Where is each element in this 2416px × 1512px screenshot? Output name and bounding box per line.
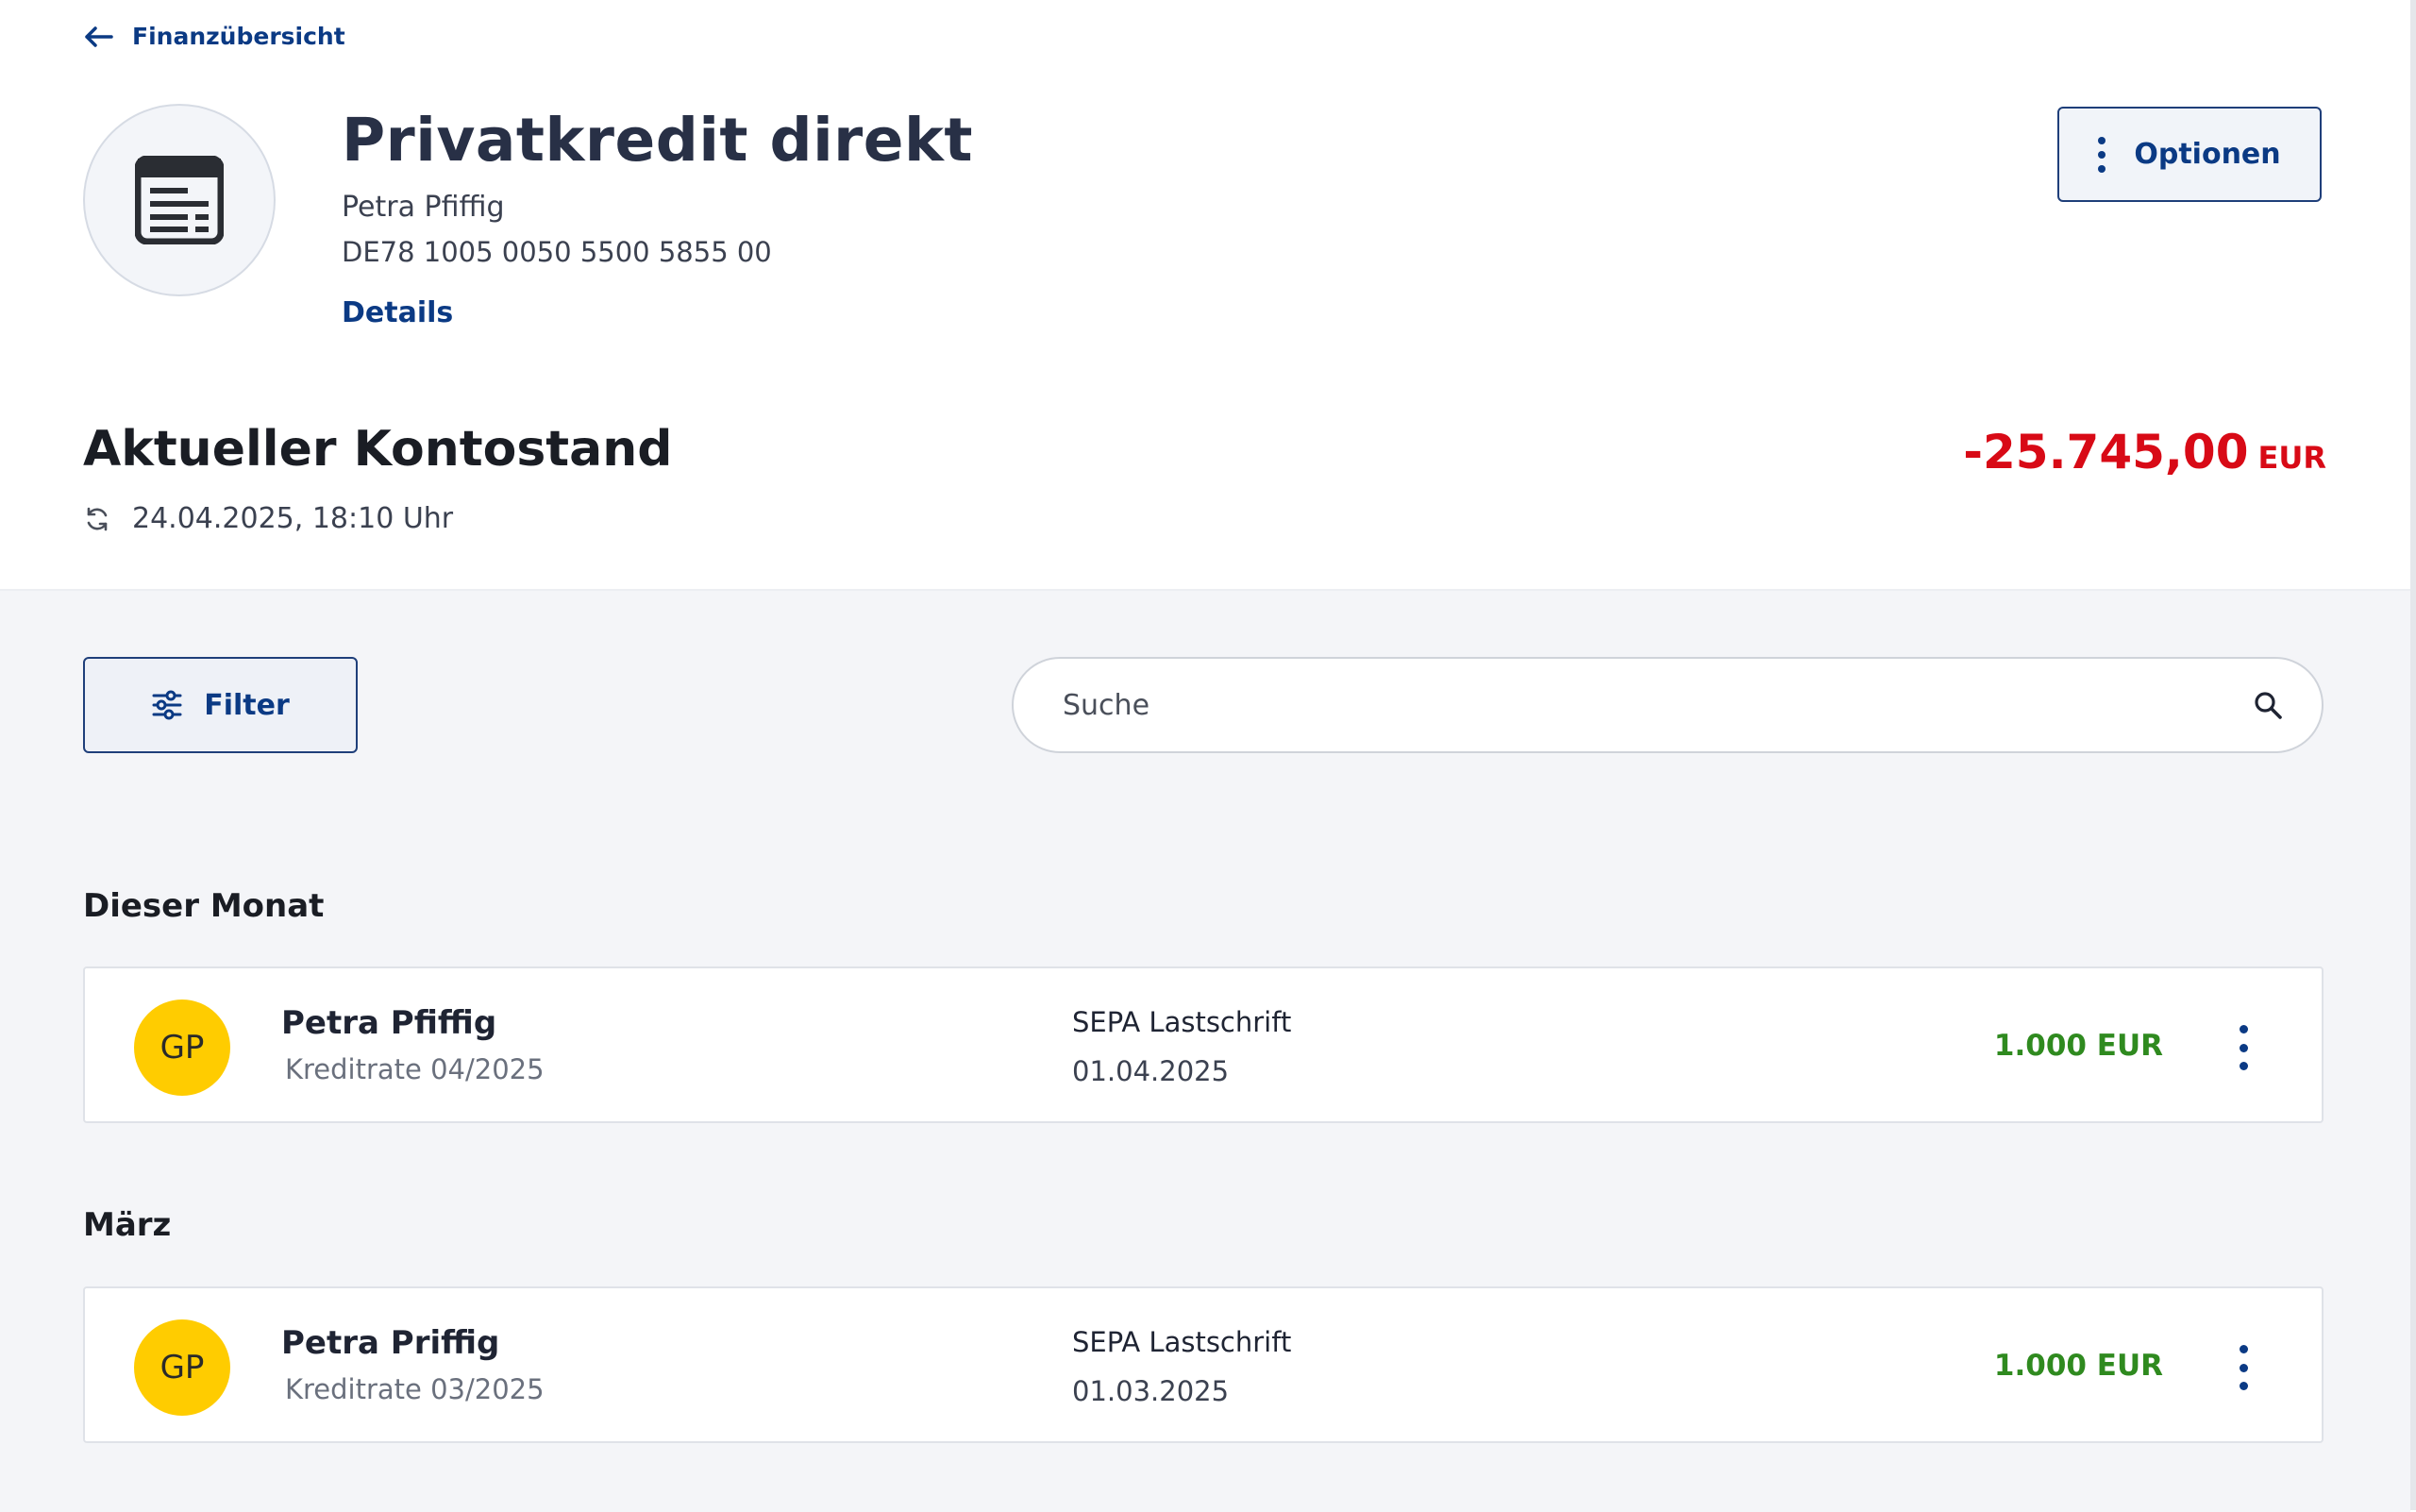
transaction-counterparty: Petra Priffig — [281, 1324, 500, 1362]
account-document-icon — [135, 156, 224, 244]
avatar: GP — [134, 1319, 230, 1416]
details-link[interactable]: Details — [342, 296, 453, 329]
balance-amount: -25.745,00 EUR — [1963, 425, 2326, 479]
transaction-row[interactable]: GP Petra Priffig Kreditrate 03/2025 SEPA… — [83, 1286, 2324, 1443]
kebab-vertical-icon[interactable] — [2229, 1345, 2257, 1390]
transaction-date: 01.04.2025 — [1072, 1055, 1230, 1087]
scrollbar[interactable] — [2410, 0, 2416, 1510]
back-link-label: Finanzübersicht — [132, 23, 345, 50]
sliders-icon — [152, 690, 182, 720]
balance-timestamp-text: 24.04.2025, 18:10 Uhr — [132, 502, 454, 535]
transaction-type: SEPA Lastschrift — [1072, 1006, 1292, 1038]
search-box — [1012, 657, 2324, 753]
search-input[interactable] — [1061, 687, 2252, 723]
transaction-purpose: Kreditrate 03/2025 — [285, 1373, 545, 1405]
transaction-date: 01.03.2025 — [1072, 1375, 1230, 1407]
transaction-counterparty: Petra Pfiffig — [281, 1004, 497, 1042]
transaction-purpose: Kreditrate 04/2025 — [285, 1053, 545, 1085]
account-iban: DE78 1005 0050 5500 5855 00 — [342, 236, 772, 268]
back-link[interactable]: Finanzübersicht — [83, 23, 345, 50]
refresh-icon — [87, 507, 108, 530]
balance-amount-value: -25.745,00 — [1963, 425, 2249, 479]
kebab-vertical-icon — [2098, 136, 2106, 173]
account-owner: Petra Pfiffig — [342, 191, 505, 224]
transaction-type: SEPA Lastschrift — [1072, 1326, 1292, 1358]
arrow-left-icon — [85, 25, 113, 47]
kebab-vertical-icon[interactable] — [2229, 1025, 2257, 1070]
group-heading: März — [83, 1206, 172, 1244]
balance-timestamp: 24.04.2025, 18:10 Uhr — [83, 502, 453, 535]
transaction-amount: 1.000 EUR — [1993, 1349, 2163, 1383]
group-heading: Dieser Monat — [83, 887, 325, 925]
filter-button-label: Filter — [204, 688, 290, 722]
options-button[interactable]: Optionen — [2057, 107, 2322, 202]
account-icon-avatar — [83, 104, 276, 296]
transaction-row[interactable]: GP Petra Pfiffig Kreditrate 04/2025 SEPA… — [83, 966, 2324, 1123]
options-button-label: Optionen — [2134, 138, 2281, 171]
search-icon[interactable] — [2252, 689, 2284, 721]
balance-label: Aktueller Kontostand — [83, 421, 673, 478]
transaction-amount: 1.000 EUR — [1993, 1029, 2163, 1063]
filter-button[interactable]: Filter — [83, 657, 358, 753]
balance-currency: EUR — [2257, 440, 2326, 476]
page-title: Privatkredit direkt — [342, 106, 973, 175]
avatar: GP — [134, 1000, 230, 1096]
